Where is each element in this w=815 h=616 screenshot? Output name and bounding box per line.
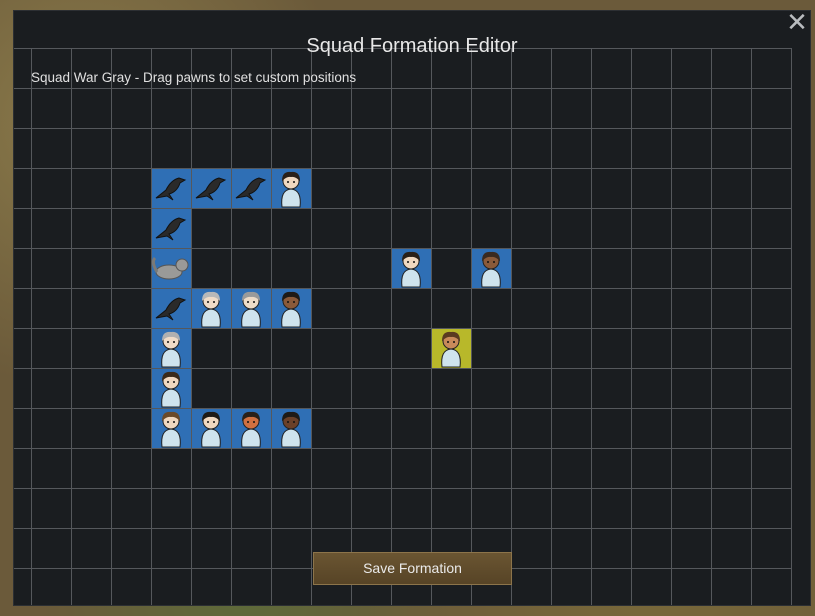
pawn-cell[interactable]	[151, 208, 191, 248]
pawn-cell[interactable]	[391, 248, 431, 288]
squad-subtitle: Squad War Gray - Drag pawns to set custo…	[31, 70, 357, 85]
pawn-cell[interactable]	[471, 248, 511, 288]
pawn-cell[interactable]	[191, 168, 231, 208]
pawn-cell[interactable]	[151, 168, 191, 208]
pawn-cell[interactable]	[151, 408, 191, 448]
pawn-cell[interactable]	[271, 408, 311, 448]
pawn-cell[interactable]	[271, 288, 311, 328]
pawn-cell[interactable]	[191, 408, 231, 448]
pawn-cell[interactable]	[231, 408, 271, 448]
close-icon[interactable]: ✕	[786, 9, 808, 35]
pawn-cell[interactable]	[151, 248, 191, 288]
pawn-cell[interactable]	[271, 168, 311, 208]
pawn-cell[interactable]	[191, 288, 231, 328]
pawn-cell[interactable]	[151, 288, 191, 328]
pawn-cell[interactable]	[231, 168, 271, 208]
window-title: Squad Formation Editor	[306, 35, 518, 57]
formation-editor-window: Squad Formation Editor Squad War Gray - …	[13, 9, 811, 606]
pawn-cell[interactable]	[151, 328, 191, 368]
save-formation-button[interactable]: Save Formation	[313, 552, 512, 585]
grid-lines	[14, 48, 792, 605]
pawn-cell[interactable]	[231, 288, 271, 328]
formation-grid	[14, 48, 792, 605]
pawn-cell[interactable]	[151, 368, 191, 408]
selected-pawn-cell[interactable]	[431, 328, 471, 368]
